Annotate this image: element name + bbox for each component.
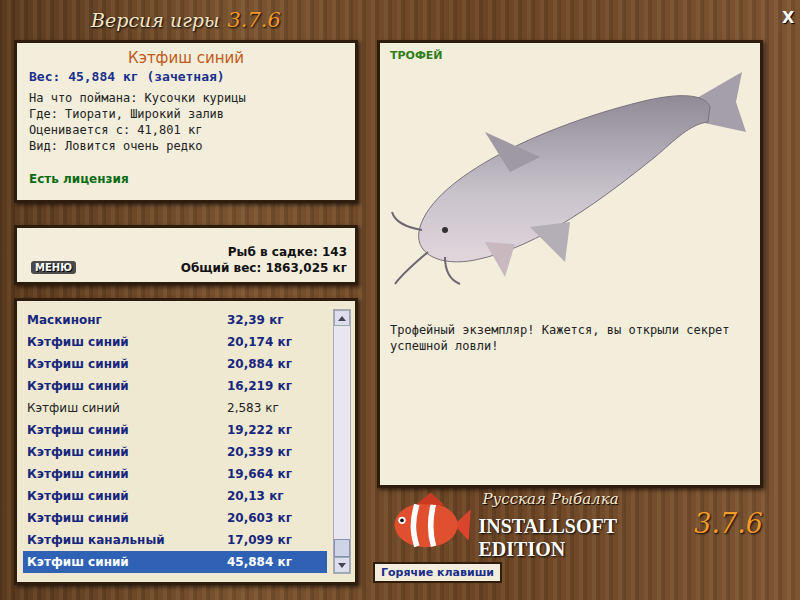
row-weight: 32,39 кг [227, 313, 284, 327]
fish-count: Рыб в садке: 143 [181, 244, 347, 260]
logo-text: Русская Рыбалка INSTALLSOFT EDITION 3.7.… [479, 490, 763, 561]
scroll-up-button[interactable] [334, 310, 350, 326]
striped-fish-icon [389, 490, 473, 560]
row-weight: 16,219 кг [227, 379, 292, 393]
list-row[interactable]: Кэтфиш синий 20,174 кг [23, 331, 327, 353]
fish-weight: Вес: 45,884 кг (зачетная) [29, 69, 343, 84]
arrow-down-icon [338, 563, 346, 568]
game-logo: Русская Рыбалка INSTALLSOFT EDITION 3.7.… [377, 488, 763, 560]
list-row[interactable]: Кэтфиш синий 20,884 кг [23, 353, 327, 375]
close-button[interactable]: X [782, 0, 800, 40]
list-row[interactable]: Кэтфиш синий 2,583 кг [23, 397, 327, 419]
keepnet-counts: Рыб в садке: 143 Общий вес: 1863,025 кг [181, 244, 347, 276]
row-name: Кэтфиш синий [27, 489, 227, 503]
row-name: Кэтфиш канальный [27, 533, 227, 547]
catch-info-panel: Кэтфиш синий Вес: 45,884 кг (зачетная) Н… [14, 40, 358, 203]
list-row[interactable]: Кэтфиш синий 19,664 кг [23, 463, 327, 485]
row-name: Маскинонг [27, 313, 227, 327]
total-weight: Общий вес: 1863,025 кг [181, 260, 347, 276]
row-weight: 19,664 кг [227, 467, 292, 481]
row-weight: 20,174 кг [227, 335, 292, 349]
fish-picture [390, 62, 750, 292]
row-name: Кэтфиш синий [27, 423, 227, 437]
arrow-up-icon [338, 316, 346, 321]
logo-edition: INSTALLSOFT EDITION [479, 515, 687, 561]
info-field: На что поймана: Кусочки курицы [29, 90, 343, 106]
row-name: Кэтфиш синий [27, 555, 227, 569]
catch-list: Маскинонг 32,39 кгКэтфиш синий 20,174 кг… [14, 298, 358, 585]
row-name: Кэтфиш синий [27, 379, 227, 393]
scrollbar[interactable] [333, 309, 351, 574]
catfish-icon [390, 62, 750, 287]
row-name: Кэтфиш синий [27, 467, 227, 481]
list-row[interactable]: Кэтфиш синий 20,603 кг [23, 507, 327, 529]
logo-title: Русская Рыбалка [479, 490, 763, 508]
list-row[interactable]: Кэтфиш синий 20,13 кг [23, 485, 327, 507]
right-column: ТРОФЕЙ Трофейный экземпляр! Кажется, вы … [377, 40, 763, 600]
row-weight: 20,603 кг [227, 511, 292, 525]
row-weight: 20,884 кг [227, 357, 292, 371]
list-row[interactable]: Маскинонг 32,39 кг [23, 309, 327, 331]
trophy-badge: ТРОФЕЙ [390, 49, 750, 62]
fish-name: Кэтфиш синий [29, 49, 343, 67]
row-name: Кэтфиш синий [27, 357, 227, 371]
row-weight: 19,222 кг [227, 423, 292, 437]
list-row[interactable]: Кэтфиш синий 20,339 кг [23, 441, 327, 463]
row-weight: 20,13 кг [227, 489, 284, 503]
info-field: Вид: Ловится очень редко [29, 138, 343, 154]
row-name: Кэтфиш синий [27, 401, 227, 415]
trophy-panel: ТРОФЕЙ Трофейный экземпляр! Кажется, вы … [377, 40, 763, 488]
row-name: Кэтфиш синий [27, 335, 227, 349]
row-name: Кэтфиш синий [27, 511, 227, 525]
license-status: Есть лицензия [29, 172, 343, 186]
row-weight: 17,099 кг [227, 533, 292, 547]
row-weight: 45,884 кг [227, 555, 292, 569]
row-name: Кэтфиш синий [27, 445, 227, 459]
list-row[interactable]: Кэтфиш синий 45,884 кг [23, 551, 327, 573]
hotkeys-button[interactable]: Горячие клавиши [373, 562, 502, 583]
row-weight: 20,339 кг [227, 445, 292, 459]
game-window: Версия игры 3.7.6 X Кэтфиш синий Вес: 45… [0, 0, 800, 600]
list-row[interactable]: Кэтфиш синий 19,222 кг [23, 419, 327, 441]
trophy-message: Трофейный экземпляр! Кажется, вы открыли… [390, 322, 750, 354]
info-field: Оценивается с: 41,801 кг [29, 122, 343, 138]
list-row[interactable]: Кэтфиш синий 16,219 кг [23, 375, 327, 397]
keepnet-panel: МЕНЮ Рыб в садке: 143 Общий вес: 1863,02… [14, 225, 358, 285]
scroll-thumb[interactable] [334, 539, 350, 557]
list-row[interactable]: Кэтфиш канальный 17,099 кг [23, 529, 327, 551]
scroll-down-button[interactable] [334, 557, 350, 573]
list-rows: Маскинонг 32,39 кгКэтфиш синий 20,174 кг… [23, 309, 327, 574]
scroll-track[interactable] [334, 326, 350, 557]
left-column: Кэтфиш синий Вес: 45,884 кг (зачетная) Н… [14, 40, 358, 600]
row-weight: 2,583 кг [227, 401, 279, 415]
menu-button[interactable]: МЕНЮ [31, 261, 76, 274]
window-title: Версия игры 3.7.6 [14, 0, 358, 40]
logo-version: 3.7.6 [694, 508, 763, 539]
info-field: Где: Тиорати, Широкий залив [29, 106, 343, 122]
